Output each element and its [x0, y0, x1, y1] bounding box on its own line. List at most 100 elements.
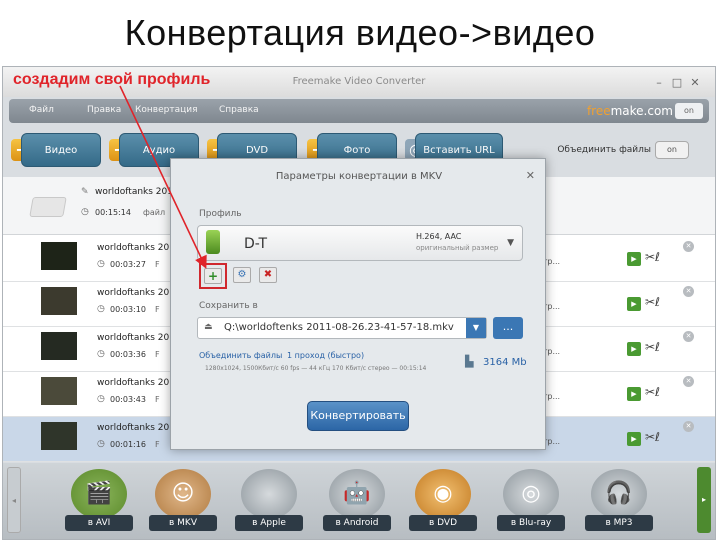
- group-files-label: файл: [143, 208, 166, 217]
- format-bar: ◂ 🎬 в AVI ☺ в MKV в Apple 🤖 в Android ◉ …: [3, 463, 715, 539]
- format-label: в Blu-ray: [497, 515, 565, 531]
- play-icon[interactable]: ▶: [627, 342, 641, 356]
- menu-convert[interactable]: Конвертация: [135, 105, 197, 115]
- browse-button[interactable]: ...: [493, 317, 523, 339]
- video-thumbnail: [41, 332, 77, 360]
- annotation-text: создадим свой профиль: [13, 71, 211, 88]
- menu-file[interactable]: Файл: [29, 105, 54, 115]
- pass-mode-link[interactable]: 1 проход (быстро): [287, 351, 364, 360]
- film-icon: 🎬: [71, 469, 127, 519]
- format-android-button[interactable]: 🤖 в Android: [323, 467, 391, 533]
- save-path-text: Q:\worldoftenks 2011-08-26.23-41-57-18.m…: [224, 322, 454, 333]
- format-avi-button[interactable]: 🎬 в AVI: [65, 467, 133, 533]
- play-icon[interactable]: ▶: [627, 252, 641, 266]
- format-mkv-button[interactable]: ☺ в MKV: [149, 467, 217, 533]
- remove-row-icon[interactable]: ✕: [683, 421, 694, 432]
- clock-icon: ◷: [81, 207, 89, 217]
- maximize-button[interactable]: □: [671, 76, 683, 89]
- phone-icon: [206, 230, 220, 254]
- remove-row-icon[interactable]: ✕: [683, 376, 694, 387]
- chevron-down-icon: ▼: [507, 238, 514, 248]
- menu-bar: Файл Правка Конвертация Справка freemake…: [9, 99, 709, 123]
- group-file-name: worldoftanks 2011: [95, 187, 179, 197]
- add-profile-button[interactable]: +: [204, 268, 222, 284]
- format-label: в DVD: [409, 515, 477, 531]
- scissors-icon[interactable]: ✂ℓ: [645, 340, 660, 354]
- video-thumbnail: [41, 377, 77, 405]
- brand-logo[interactable]: freemake.com: [587, 104, 673, 118]
- matryoshka-icon: ☺: [155, 469, 211, 519]
- delete-profile-button[interactable]: ✖: [259, 267, 277, 283]
- profile-label: Профиль: [199, 209, 242, 219]
- merge-files-link[interactable]: Объединить файлы: [199, 351, 282, 360]
- play-icon[interactable]: ▶: [627, 387, 641, 401]
- save-path-input[interactable]: ⏏ Q:\worldoftenks 2011-08-26.23-41-57-18…: [197, 317, 487, 339]
- bluray-icon: ◎: [503, 469, 559, 519]
- file-name: worldoftanks 2011: [97, 243, 181, 253]
- pencil-icon[interactable]: ✎: [81, 187, 89, 197]
- profile-name: D-T: [244, 236, 268, 252]
- file-name: worldoftanks 2011: [97, 333, 181, 343]
- file-duration: 00:03:10: [110, 305, 146, 314]
- format-label: в AVI: [65, 515, 133, 531]
- file-icon: F: [155, 395, 160, 404]
- file-duration: 00:03:36: [110, 350, 146, 359]
- remove-row-icon[interactable]: ✕: [683, 286, 694, 297]
- chevron-down-icon[interactable]: ▼: [466, 318, 486, 338]
- slide-title: Конвертация видео->видео: [124, 12, 596, 53]
- format-label: в Apple: [235, 515, 303, 531]
- close-window-button[interactable]: ✕: [689, 76, 701, 89]
- file-name: worldoftanks 2011: [97, 423, 181, 433]
- format-label: в MP3: [585, 515, 653, 531]
- apple-icon: [241, 469, 297, 519]
- format-mp3-button[interactable]: 🎧 в MP3: [585, 467, 653, 533]
- merge-files-label: Объединить файлы: [557, 145, 651, 155]
- disc-dvd-icon: ◉: [415, 469, 471, 519]
- scissors-icon[interactable]: ✂ℓ: [645, 250, 660, 264]
- file-icon: F: [155, 440, 160, 449]
- file-icon: F: [155, 260, 160, 269]
- play-icon[interactable]: ▶: [627, 297, 641, 311]
- add-video-button[interactable]: Видео: [21, 133, 101, 167]
- dialog-title: Параметры конвертации в MKV: [275, 171, 443, 182]
- size-icon: ▙: [465, 355, 474, 368]
- profile-settings-button[interactable]: ⚙: [233, 267, 251, 283]
- close-icon[interactable]: ✕: [526, 169, 535, 182]
- scroll-left-button[interactable]: ◂: [7, 467, 21, 533]
- output-size: 3164 Mb: [483, 357, 527, 368]
- clock-icon: ◷: [97, 349, 105, 359]
- brand-toggle[interactable]: on: [675, 103, 703, 119]
- format-bluray-button[interactable]: ◎ в Blu-ray: [497, 467, 565, 533]
- presentation-slide: Конвертация видео->видео Freemake Video …: [0, 0, 720, 540]
- save-label: Сохранить в: [199, 301, 258, 311]
- menu-edit[interactable]: Правка: [87, 105, 121, 115]
- android-icon: 🤖: [329, 469, 385, 519]
- file-duration: 00:03:27: [110, 260, 146, 269]
- format-apple-button[interactable]: в Apple: [235, 467, 303, 533]
- clock-icon: ◷: [97, 439, 105, 449]
- scissors-icon[interactable]: ✂ℓ: [645, 430, 660, 444]
- add-profile-highlight: +: [199, 263, 227, 289]
- video-thumbnail: [41, 422, 77, 450]
- output-stats: 1280x1024, 1500Кбит/с 60 fps — 44 кГц 17…: [205, 365, 427, 372]
- play-icon[interactable]: ▶: [627, 432, 641, 446]
- remove-row-icon[interactable]: ✕: [683, 331, 694, 342]
- file-name: worldoftanks 2011: [97, 288, 181, 298]
- video-thumbnail: [41, 242, 77, 270]
- scroll-right-button[interactable]: ▸: [697, 467, 711, 533]
- scissors-icon[interactable]: ✂ℓ: [645, 295, 660, 309]
- scissors-icon[interactable]: ✂ℓ: [645, 385, 660, 399]
- menu-help[interactable]: Справка: [219, 105, 259, 115]
- merge-files-toggle[interactable]: on: [655, 141, 689, 159]
- profile-select[interactable]: D-T H.264, AAC оригинальный размер ▼: [197, 225, 523, 261]
- format-dvd-button[interactable]: ◉ в DVD: [409, 467, 477, 533]
- convert-button[interactable]: Конвертировать: [307, 401, 409, 431]
- minimize-button[interactable]: –: [653, 76, 665, 89]
- title-bar: Freemake Video Converter создадим свой п…: [3, 67, 715, 97]
- file-name: worldoftanks 2011: [97, 378, 181, 388]
- clock-icon: ◷: [97, 259, 105, 269]
- file-icon: F: [155, 350, 160, 359]
- remove-row-icon[interactable]: ✕: [683, 241, 694, 252]
- folder-icon: ⏏: [204, 322, 213, 332]
- profile-codec: H.264, AAC: [416, 232, 462, 241]
